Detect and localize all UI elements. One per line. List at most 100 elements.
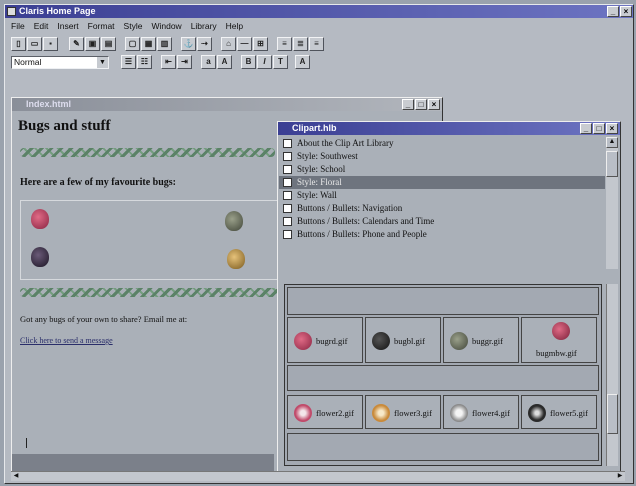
thumb-scroll-thumb[interactable] xyxy=(607,394,618,434)
typewriter-button[interactable]: T xyxy=(273,55,288,69)
bold-button[interactable]: B xyxy=(241,55,256,69)
scroll-left-arrow-icon[interactable]: ◀ xyxy=(11,472,21,481)
library-list-item[interactable]: Buttons / Bullets: Navigation xyxy=(279,202,605,215)
doc-close-button[interactable]: × xyxy=(428,99,440,110)
library-item-label: Style: Southwest xyxy=(297,151,358,161)
library-list-item[interactable]: About the Clip Art Library xyxy=(279,137,605,150)
lib-close-button[interactable]: × xyxy=(606,123,618,134)
italic-button[interactable]: I xyxy=(257,55,272,69)
lib-maximize-button[interactable]: □ xyxy=(593,123,605,134)
rule-button[interactable]: — xyxy=(237,37,252,51)
bug-table xyxy=(20,200,278,280)
doc-minimize-button[interactable]: _ xyxy=(402,99,414,110)
thumbnail-cell[interactable]: flower3.gif xyxy=(365,395,441,429)
library-list-item[interactable]: Style: School xyxy=(279,163,605,176)
style-select-value: Normal xyxy=(14,57,42,67)
outdent-button[interactable]: ⇤ xyxy=(161,55,176,69)
thumbnail-scrollbar[interactable] xyxy=(606,284,618,466)
thumbnail-label: bugmbw.gif xyxy=(536,348,577,358)
scroll-right-arrow-icon[interactable]: ▶ xyxy=(615,472,625,481)
thumbnail-image xyxy=(294,404,312,422)
menu-insert[interactable]: Insert xyxy=(57,21,78,31)
align-left-button[interactable]: ≡ xyxy=(277,37,292,51)
library-list-item[interactable]: Style: Floral xyxy=(279,176,605,189)
library-list-item[interactable]: Buttons / Bullets: Calendars and Time xyxy=(279,215,605,228)
image-button[interactable]: ⌂ xyxy=(221,37,236,51)
menu-style[interactable]: Style xyxy=(124,21,143,31)
edit-mode-button[interactable]: ✎ xyxy=(69,37,84,51)
app-title-bar[interactable]: Claris Home Page _ × xyxy=(5,5,633,18)
align-right-button[interactable]: ≡ xyxy=(309,37,324,51)
folder-icon xyxy=(283,204,292,213)
thumbnail-cell[interactable]: flower2.gif xyxy=(287,395,363,429)
font-larger-button[interactable]: A xyxy=(217,55,232,69)
table-button[interactable]: ▥ xyxy=(157,37,172,51)
app-title: Claris Home Page xyxy=(19,6,96,16)
scroll-thumb[interactable] xyxy=(606,151,618,177)
email-link[interactable]: Click here to send a message xyxy=(20,336,113,345)
page-prop-button[interactable]: ▢ xyxy=(125,37,140,51)
indent-button[interactable]: ⇥ xyxy=(177,55,192,69)
app-window: Claris Home Page _ × File Edit Insert Forma… xyxy=(4,4,634,484)
thumbnail-row-spacer-2 xyxy=(287,365,599,391)
horizontal-scrollbar[interactable]: ◀ ▶ xyxy=(11,471,625,481)
thumbnail-cell[interactable]: flower4.gif xyxy=(443,395,519,429)
lib-minimize-button[interactable]: _ xyxy=(580,123,592,134)
doc-maximize-button[interactable]: □ xyxy=(415,99,427,110)
menu-bar: File Edit Insert Format Style Window Library He… xyxy=(11,20,252,32)
thumbnail-cell[interactable]: bugmbw.gif xyxy=(521,317,597,363)
thumbnail-cell[interactable]: bugrd.gif xyxy=(287,317,363,363)
chevron-down-icon: ▼ xyxy=(97,57,108,68)
save-button[interactable]: ▪ xyxy=(43,37,58,51)
minimize-button[interactable]: _ xyxy=(607,6,619,17)
scroll-up-arrow-icon[interactable]: ▲ xyxy=(606,137,618,148)
thumbnail-image xyxy=(372,404,390,422)
open-button[interactable]: ▭ xyxy=(27,37,42,51)
style-select[interactable]: Normal ▼ xyxy=(11,56,109,69)
ladybug-red-image xyxy=(31,209,49,229)
thumbnail-image xyxy=(528,404,546,422)
preview-button[interactable]: ▣ xyxy=(85,37,100,51)
page-heading: Bugs and stuff xyxy=(18,118,111,134)
folder-icon xyxy=(283,165,292,174)
document-title-bar[interactable]: Index.html _ □ × xyxy=(12,98,442,111)
font-smaller-button[interactable]: a xyxy=(201,55,216,69)
thumbnail-cell[interactable]: bugbl.gif xyxy=(365,317,441,363)
thumbnail-label: buggr.gif xyxy=(472,336,503,346)
library-list-item[interactable]: Buttons / Bullets: Phone and People xyxy=(279,228,605,241)
library-item-label: Style: School xyxy=(297,164,346,174)
number-list-button[interactable]: ☷ xyxy=(137,55,152,69)
ladybug-yellow-image xyxy=(227,249,245,269)
library-list-scrollbar[interactable]: ▲ xyxy=(606,137,618,269)
menu-file[interactable]: File xyxy=(11,21,25,31)
library-item-label: Buttons / Bullets: Navigation xyxy=(297,203,403,213)
library-list: About the Clip Art Library Style: Southwe… xyxy=(279,137,605,269)
close-button[interactable]: × xyxy=(620,6,632,17)
thumbnail-cell[interactable]: flower5.gif xyxy=(521,395,597,429)
library-list-item[interactable]: Style: Southwest xyxy=(279,150,605,163)
menu-library[interactable]: Library xyxy=(191,21,217,31)
menu-help[interactable]: Help xyxy=(226,21,243,31)
browser-button[interactable]: ▤ xyxy=(101,37,116,51)
frame-button[interactable]: ▦ xyxy=(141,37,156,51)
thumbnail-image xyxy=(450,404,468,422)
thumbnail-label: bugrd.gif xyxy=(316,336,348,346)
thumbnail-cell[interactable]: buggr.gif xyxy=(443,317,519,363)
library-list-item[interactable]: Style: Wall xyxy=(279,189,605,202)
library-item-label: Style: Wall xyxy=(297,190,337,200)
link-button[interactable]: ⇢ xyxy=(197,37,212,51)
menu-format[interactable]: Format xyxy=(88,21,115,31)
bullet-list-button[interactable]: ☰ xyxy=(121,55,136,69)
grid-button[interactable]: ⊞ xyxy=(253,37,268,51)
library-title-bar[interactable]: Clipart.hlb _ □ × xyxy=(278,122,620,135)
align-center-button[interactable]: ≣ xyxy=(293,37,308,51)
library-window: Clipart.hlb _ □ × About the Clip Art Lib… xyxy=(277,121,621,479)
thumbnail-row-spacer xyxy=(287,287,599,315)
library-item-label: About the Clip Art Library xyxy=(297,138,394,148)
new-page-button[interactable]: ▯ xyxy=(11,37,26,51)
menu-edit[interactable]: Edit xyxy=(34,21,49,31)
thumbnail-label: flower5.gif xyxy=(550,408,589,418)
text-color-button[interactable]: A xyxy=(295,55,310,69)
anchor-button[interactable]: ⚓ xyxy=(181,37,196,51)
menu-window[interactable]: Window xyxy=(151,21,181,31)
